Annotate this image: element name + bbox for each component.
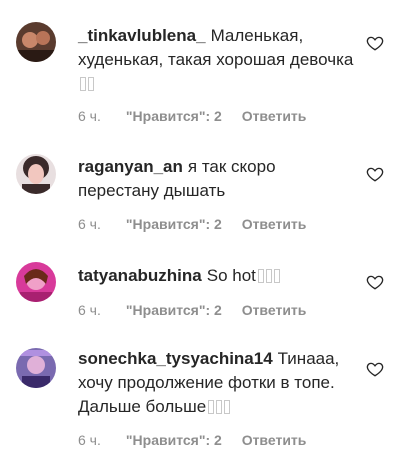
heart-icon[interactable]	[366, 273, 384, 291]
reply-button[interactable]: Ответить	[242, 216, 307, 232]
comment-content: _tinkavlublena_ Маленькая, худенькая, так…	[78, 24, 358, 96]
heart-icon[interactable]	[366, 165, 384, 183]
avatar[interactable]	[16, 262, 56, 302]
comment-time[interactable]: 6 ч.	[78, 216, 122, 232]
comment-likes[interactable]: "Нравится": 2	[126, 432, 222, 448]
comment-meta: 6 ч. "Нравится": 2 Ответить	[78, 108, 306, 124]
heart-icon[interactable]	[366, 34, 384, 52]
comment-username[interactable]: tatyanabuzhina	[78, 266, 202, 285]
comment-content: tatyanabuzhina So hot	[78, 264, 358, 288]
comment-likes[interactable]: "Нравится": 2	[126, 108, 222, 124]
comment-time[interactable]: 6 ч.	[78, 302, 122, 318]
avatar-image	[16, 262, 56, 302]
comment-content: raganyan_an я так скоро перестану дышать	[78, 155, 358, 203]
comment-time[interactable]: 6 ч.	[78, 108, 122, 124]
avatar[interactable]	[16, 348, 56, 388]
comment-text: So hot	[206, 266, 256, 285]
comment-meta: 6 ч. "Нравится": 2 Ответить	[78, 216, 306, 232]
avatar-image	[16, 22, 56, 62]
emoji-glyph	[78, 74, 94, 93]
avatar-image	[16, 348, 56, 388]
comment-likes[interactable]: "Нравится": 2	[126, 216, 222, 232]
comment-time[interactable]: 6 ч.	[78, 432, 122, 448]
comment-content: sonechka_tysyachina14 Тинааа, хочу продол…	[78, 347, 358, 419]
comment-username[interactable]: raganyan_an	[78, 157, 183, 176]
comment-meta: 6 ч. "Нравится": 2 Ответить	[78, 432, 306, 448]
comment-username[interactable]: sonechka_tysyachina14	[78, 349, 273, 368]
reply-button[interactable]: Ответить	[242, 302, 307, 318]
avatar[interactable]	[16, 154, 56, 194]
avatar-image	[16, 154, 56, 194]
comment-likes[interactable]: "Нравится": 2	[126, 302, 222, 318]
emoji-glyph	[206, 397, 231, 416]
avatar[interactable]	[16, 22, 56, 62]
reply-button[interactable]: Ответить	[242, 432, 307, 448]
comment-meta: 6 ч. "Нравится": 2 Ответить	[78, 302, 306, 318]
heart-icon[interactable]	[366, 360, 384, 378]
comment-username[interactable]: _tinkavlublena_	[78, 26, 206, 45]
reply-button[interactable]: Ответить	[242, 108, 307, 124]
emoji-glyph	[256, 266, 280, 285]
